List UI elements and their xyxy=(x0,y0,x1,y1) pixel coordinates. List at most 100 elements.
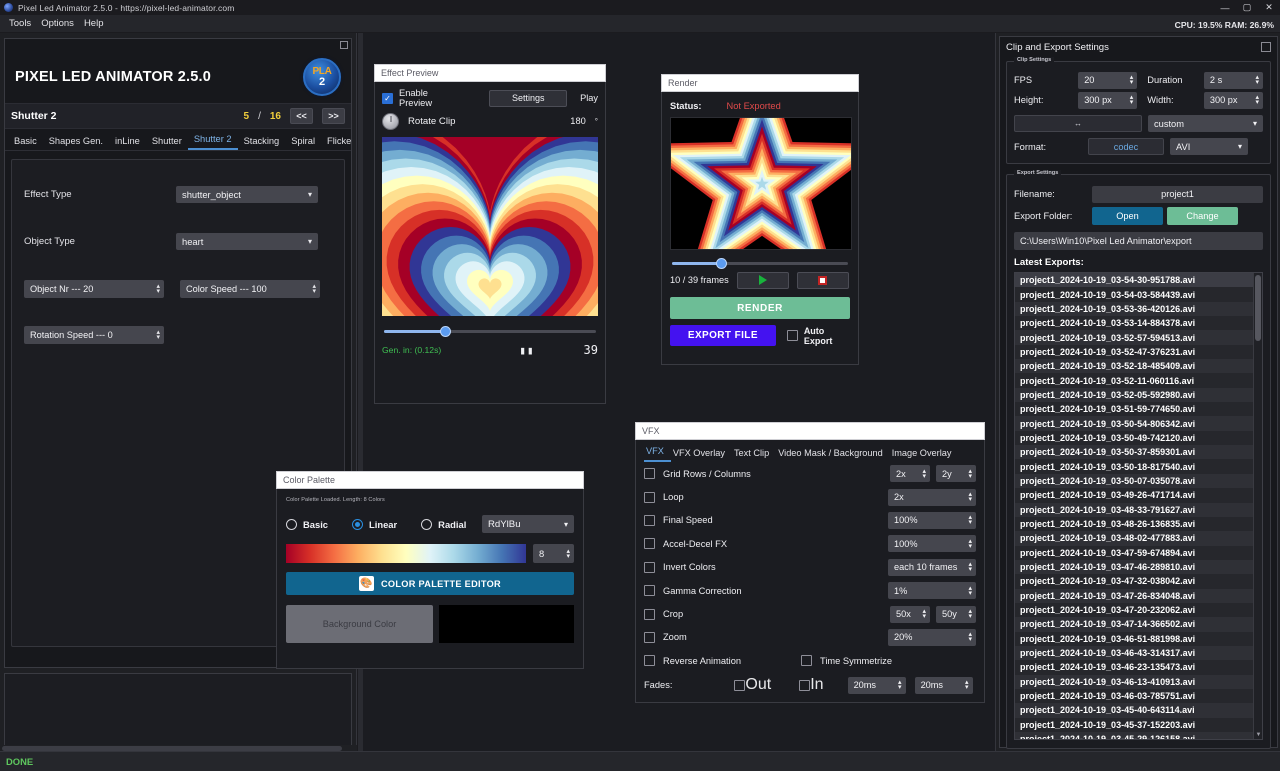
list-item[interactable]: project1_2024-10-19_03-47-20-232062.avi xyxy=(1015,603,1253,617)
render-timeline-slider[interactable] xyxy=(670,257,850,269)
tab-flicker[interactable]: Flicker · xyxy=(321,136,351,150)
stepper-arrows-icon[interactable]: ▴▾ xyxy=(312,284,316,294)
prev-effect-button[interactable]: << xyxy=(290,108,313,124)
list-item[interactable]: project1_2024-10-19_03-46-23-135473.avi xyxy=(1015,660,1253,674)
list-item[interactable]: project1_2024-10-19_03-45-40-643114.avi xyxy=(1015,703,1253,717)
float-window-icon[interactable] xyxy=(1261,42,1271,52)
effect-type-select[interactable]: shutter_object ▾ xyxy=(176,186,318,203)
invert-colors-stepper[interactable]: each 10 frames ▴▾ xyxy=(888,559,976,576)
crop-checkbox[interactable] xyxy=(644,609,655,620)
fade-in-duration-stepper[interactable]: 20ms ▴▾ xyxy=(915,677,973,694)
palette-name-select[interactable]: RdYlBu ▾ xyxy=(482,515,574,533)
gamma-correction-stepper[interactable]: 1% ▴▾ xyxy=(888,582,976,599)
export-path-field[interactable]: C:\Users\Win10\Pixel Led Animator\export xyxy=(1014,232,1263,250)
final-speed-stepper[interactable]: 100% ▴▾ xyxy=(888,512,976,529)
tab-shutter[interactable]: Shutter xyxy=(146,136,188,150)
palette-mode-linear[interactable]: Linear xyxy=(352,519,397,530)
stepper-arrows-icon[interactable]: ▴▾ xyxy=(965,680,969,690)
render-button[interactable]: RENDER xyxy=(670,297,850,319)
maximize-icon[interactable]: ▢ xyxy=(1236,0,1258,15)
tab-text-clip[interactable]: Text Clip xyxy=(732,448,776,462)
menu-item-tools[interactable]: Tools xyxy=(4,15,36,32)
stepper-arrows-icon[interactable]: ▴▾ xyxy=(898,680,902,690)
swap-dimensions-button[interactable]: ↔ xyxy=(1014,115,1142,132)
export-file-button[interactable]: EXPORT FILE xyxy=(670,325,776,346)
accel-decel-stepper[interactable]: 100% ▴▾ xyxy=(888,535,976,552)
list-item[interactable]: project1_2024-10-19_03-50-54-806342.avi xyxy=(1015,416,1253,430)
object-type-select[interactable]: heart ▾ xyxy=(176,233,318,250)
list-item[interactable]: project1_2024-10-19_03-47-26-834048.avi xyxy=(1015,589,1253,603)
list-item[interactable]: project1_2024-10-19_03-46-51-881998.avi xyxy=(1015,632,1253,646)
render-play-button[interactable] xyxy=(737,272,789,289)
zoom-stepper[interactable]: 20% ▴▾ xyxy=(888,629,976,646)
list-item[interactable]: project1_2024-10-19_03-52-11-060116.avi xyxy=(1015,373,1253,387)
list-item[interactable]: project1_2024-10-19_03-53-36-420126.avi xyxy=(1015,302,1253,316)
width-stepper[interactable]: 300 px ▴▾ xyxy=(1204,92,1263,109)
grid-columns-stepper[interactable]: 2y ▴▾ xyxy=(936,465,976,482)
list-item[interactable]: project1_2024-10-19_03-48-02-477883.avi xyxy=(1015,531,1253,545)
tab-shapes-gen[interactable]: Shapes Gen. xyxy=(43,136,109,150)
reverse-animation-checkbox[interactable] xyxy=(644,655,655,666)
codec-button[interactable]: codec xyxy=(1088,138,1164,155)
slider-thumb[interactable] xyxy=(716,258,727,269)
stepper-arrows-icon[interactable]: ▴▾ xyxy=(1256,95,1260,105)
background-color-button[interactable]: Background Color xyxy=(286,605,433,643)
vfx-titlebar[interactable]: VFX xyxy=(635,422,985,440)
crop-x-stepper[interactable]: 50x ▴▾ xyxy=(890,606,930,623)
effect-preview-titlebar[interactable]: Effect Preview xyxy=(374,64,606,82)
scrollbar-thumb[interactable] xyxy=(1255,275,1261,341)
stepper-arrows-icon[interactable]: ▴▾ xyxy=(968,562,972,572)
preset-select[interactable]: custom ▾ xyxy=(1148,115,1263,132)
format-select[interactable]: AVI ▾ xyxy=(1170,138,1248,155)
stepper-arrows-icon[interactable]: ▴▾ xyxy=(968,609,972,619)
list-item[interactable]: project1_2024-10-19_03-46-43-314317.avi xyxy=(1015,646,1253,660)
fade-in-checkbox[interactable] xyxy=(799,680,810,691)
list-item[interactable]: project1_2024-10-19_03-46-03-785751.avi xyxy=(1015,689,1253,703)
stepper-arrows-icon[interactable]: ▴▾ xyxy=(968,492,972,502)
tab-vfx-overlay[interactable]: VFX Overlay xyxy=(671,448,732,462)
menu-item-help[interactable]: Help xyxy=(79,15,109,32)
palette-color-count-stepper[interactable]: 8 ▴▾ xyxy=(533,544,574,563)
object-nr-stepper[interactable]: Object Nr --- 20 ▴▾ xyxy=(24,280,164,298)
preview-settings-button[interactable]: Settings xyxy=(489,90,567,107)
float-window-icon[interactable] xyxy=(340,41,348,49)
tab-basic[interactable]: Basic xyxy=(8,136,43,150)
auto-export-checkbox[interactable] xyxy=(787,330,798,341)
background-color-swatch[interactable] xyxy=(439,605,574,643)
stepper-arrows-icon[interactable]: ▴▾ xyxy=(156,284,160,294)
render-preview-canvas[interactable] xyxy=(670,117,852,250)
palette-mode-radial[interactable]: Radial xyxy=(421,519,466,530)
pause-icon[interactable]: ▮▮ xyxy=(519,344,534,357)
stepper-arrows-icon[interactable]: ▴▾ xyxy=(968,586,972,596)
list-item[interactable]: project1_2024-10-19_03-50-37-859301.avi xyxy=(1015,445,1253,459)
grid-rows-stepper[interactable]: 2x ▴▾ xyxy=(890,465,930,482)
list-item[interactable]: project1_2024-10-19_03-54-03-584439.avi xyxy=(1015,287,1253,301)
list-item[interactable]: project1_2024-10-19_03-52-18-485409.avi xyxy=(1015,359,1253,373)
palette-gradient-bar[interactable] xyxy=(286,544,526,563)
stepper-arrows-icon[interactable]: ▴▾ xyxy=(968,539,972,549)
grid-rows-columns-checkbox[interactable] xyxy=(644,468,655,479)
stepper-arrows-icon[interactable]: ▴▾ xyxy=(922,609,926,619)
final-speed-checkbox[interactable] xyxy=(644,515,655,526)
window-controls[interactable]: — ▢ ✕ xyxy=(1214,0,1280,15)
list-item[interactable]: project1_2024-10-19_03-48-33-791627.avi xyxy=(1015,503,1253,517)
list-item[interactable]: project1_2024-10-19_03-46-13-410913.avi xyxy=(1015,675,1253,689)
tab-stacking[interactable]: Stacking xyxy=(238,136,286,150)
tab-shutter-2[interactable]: Shutter 2 xyxy=(188,134,238,150)
menu-item-options[interactable]: Options xyxy=(36,15,79,32)
crop-y-stepper[interactable]: 50y ▴▾ xyxy=(936,606,976,623)
stepper-arrows-icon[interactable]: ▴▾ xyxy=(968,469,972,479)
list-item[interactable]: project1_2024-10-19_03-47-59-674894.avi xyxy=(1015,546,1253,560)
list-item[interactable]: project1_2024-10-19_03-52-57-594513.avi xyxy=(1015,330,1253,344)
open-folder-button[interactable]: Open xyxy=(1092,207,1163,225)
stepper-arrows-icon[interactable]: ▴▾ xyxy=(922,469,926,479)
tab-image-overlay[interactable]: Image Overlay xyxy=(890,448,959,462)
list-item[interactable]: project1_2024-10-19_03-47-46-289810.avi xyxy=(1015,560,1253,574)
color-speed-stepper[interactable]: Color Speed --- 100 ▴▾ xyxy=(180,280,320,298)
stepper-arrows-icon[interactable]: ▴▾ xyxy=(1256,75,1260,85)
palette-mode-basic[interactable]: Basic xyxy=(286,519,328,530)
list-item[interactable]: project1_2024-10-19_03-45-37-152203.avi xyxy=(1015,718,1253,732)
effect-preview-canvas[interactable] xyxy=(382,137,598,316)
list-item[interactable]: project1_2024-10-19_03-50-18-817540.avi xyxy=(1015,459,1253,473)
list-item[interactable]: project1_2024-10-19_03-52-47-376231.avi xyxy=(1015,345,1253,359)
